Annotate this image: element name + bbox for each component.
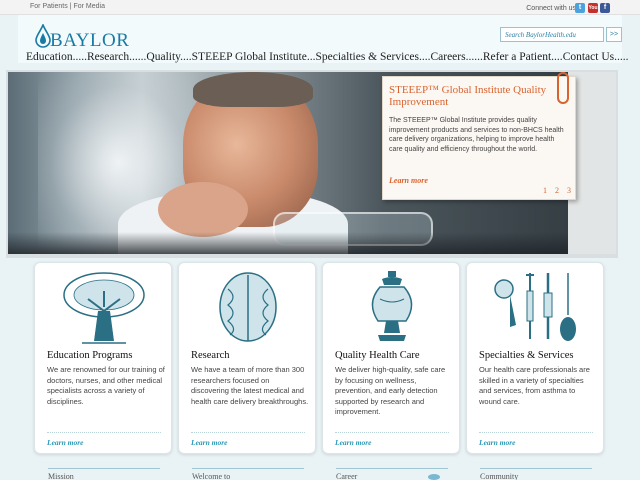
baylor-logo-text[interactable]: BAYLOR: [50, 30, 129, 52]
divider: |: [69, 3, 72, 10]
nav-steeep[interactable]: STEEEP Global Institute...: [192, 51, 316, 63]
hero-shade: [8, 232, 616, 254]
tile-title[interactable]: Education Programs: [47, 350, 132, 361]
tree-icon: [63, 272, 145, 344]
brain-icon: [219, 272, 277, 342]
community-link[interactable]: Community: [480, 472, 518, 480]
bottom-strip: [18, 458, 622, 480]
tile-quality[interactable]: Quality Health Care We deliver high-qual…: [322, 262, 460, 454]
feature-title[interactable]: STEEEP™ Global Institute Quality Improve…: [389, 84, 559, 108]
slide-pager: 1 2 3: [543, 186, 574, 195]
urn-icon: [371, 271, 413, 341]
mission-link[interactable]: Mission: [48, 472, 74, 480]
welcome-link[interactable]: Welcome to: [192, 472, 230, 480]
feature-body: The STEEEP™ Global Institute provides qu…: [389, 117, 564, 153]
utility-links: For Patients | For Media: [30, 3, 105, 10]
nav-research[interactable]: Research......: [87, 51, 146, 63]
tile-title[interactable]: Specialties & Services: [479, 350, 573, 361]
feature-learn-more-link[interactable]: Learn more: [389, 176, 428, 185]
for-patients-link[interactable]: For Patients: [30, 3, 68, 10]
tile-title[interactable]: Quality Health Care: [335, 350, 420, 361]
divider: [191, 432, 305, 433]
divider: [47, 432, 161, 433]
youtube-icon[interactable]: You: [588, 3, 598, 13]
search-input[interactable]: Search BaylorHealth.edu: [500, 27, 604, 42]
facebook-icon[interactable]: f: [600, 3, 610, 13]
divider: [48, 468, 160, 469]
learn-more-link[interactable]: Learn more: [191, 438, 227, 447]
search-button[interactable]: >>: [606, 27, 622, 42]
tile-body: We have a team of more than 300 research…: [191, 365, 309, 406]
learn-more-link[interactable]: Learn more: [479, 438, 515, 447]
connect-label: Connect with us:: [526, 5, 578, 12]
twitter-icon[interactable]: t: [575, 3, 585, 13]
hero-hair: [193, 72, 313, 107]
divider: [479, 432, 593, 433]
tile-body: We are renowned for our training of doct…: [47, 365, 165, 406]
tile-specialties[interactable]: Specialties & Services Our health care p…: [466, 262, 604, 454]
for-media-link[interactable]: For Media: [73, 3, 105, 10]
main-nav: Education.....Research......Quality....S…: [26, 51, 629, 65]
tile-research[interactable]: Research We have a team of more than 300…: [178, 262, 316, 454]
nav-quality[interactable]: Quality....: [146, 51, 191, 63]
nav-specialties[interactable]: Specialties & Services....: [315, 51, 430, 63]
tile-education[interactable]: Education Programs We are renowned for o…: [34, 262, 172, 454]
learn-more-link[interactable]: Learn more: [47, 438, 83, 447]
divider: [335, 432, 449, 433]
tile-title[interactable]: Research: [191, 350, 229, 361]
medical-instruments-icon: [494, 273, 576, 341]
hero-hand: [158, 182, 248, 237]
tile-body: We deliver high-quality, safe care by fo…: [335, 365, 446, 416]
utility-bar: For Patients | For Media Connect with us…: [0, 0, 640, 15]
slide-page-2[interactable]: 2: [555, 186, 562, 195]
slide-page-1[interactable]: 1: [543, 186, 550, 195]
nav-education[interactable]: Education.....: [26, 51, 87, 63]
nav-contact[interactable]: Contact Us.....: [563, 51, 629, 63]
divider: [480, 468, 592, 469]
nav-refer[interactable]: Refer a Patient....: [483, 51, 563, 63]
twitter-bird-icon: [428, 474, 440, 480]
career-link[interactable]: Career: [336, 472, 357, 480]
divider: [192, 468, 304, 469]
slide-page-3[interactable]: 3: [567, 186, 574, 195]
learn-more-link[interactable]: Learn more: [335, 438, 371, 447]
nav-careers[interactable]: Careers......: [430, 51, 482, 63]
tile-body: Our health care professionals are skille…: [479, 365, 590, 406]
divider: [336, 468, 448, 469]
